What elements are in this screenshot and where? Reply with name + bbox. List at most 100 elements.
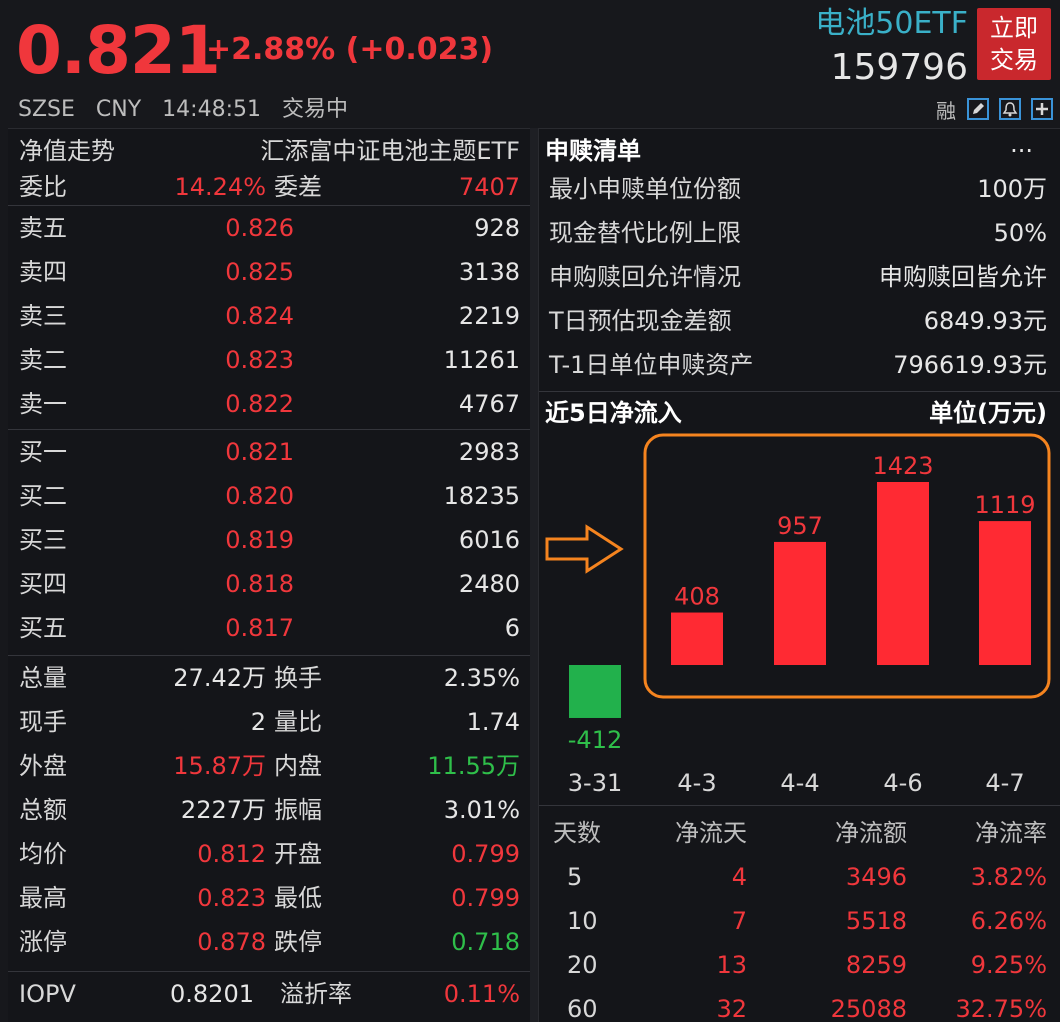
iopv-value: 0.8201 (170, 980, 254, 1008)
buy-order-row[interactable]: 买四 0.818 2480 (8, 562, 530, 606)
stat-label: 内盘 (274, 752, 322, 780)
buy-order-row[interactable]: 买二 0.820 18235 (8, 474, 530, 518)
x-tick-label: 4-6 (883, 769, 922, 797)
alert-bell-icon[interactable] (998, 97, 1022, 121)
current-price: 0.821 (16, 12, 221, 89)
order-level-label: 卖四 (19, 258, 67, 286)
stat-label: 跌停 (274, 928, 322, 956)
flow-table-cell: 32 (716, 995, 747, 1022)
price-change: +2.88% (+0.023) (206, 32, 494, 67)
order-price: 0.826 (225, 214, 294, 242)
stat-row: 总量 27.42万 换手 2.35% (8, 656, 530, 700)
stat-value: 0.812 (197, 840, 266, 868)
bar-value-label: 1119 (974, 491, 1035, 519)
x-tick-label: 4-4 (780, 769, 819, 797)
order-level-label: 卖五 (19, 214, 67, 242)
stat-value: 27.42万 (173, 664, 266, 692)
weicha-value: 7407 (458, 173, 520, 201)
stat-label: 最高 (19, 884, 67, 912)
order-level-label: 买四 (19, 570, 67, 598)
sell-order-row[interactable]: 卖五 0.826 928 (8, 206, 530, 250)
quote-time: 14:48:51 (162, 97, 261, 122)
margin-trading-icon[interactable]: 融 (934, 97, 958, 123)
flow-table-row: 5 4 3496 3.82% (539, 855, 1060, 899)
stat-value: 2.35% (443, 664, 520, 692)
divider-line (539, 805, 1060, 806)
creation-redemption-panel: 申赎清单 ··· 最小申赎单位份额 100万 现金替代比例上限 50% 申购赎回允许情况… (538, 128, 1060, 1022)
flow-table-cell: 9.25% (970, 951, 1047, 979)
stat-label: 开盘 (274, 840, 322, 868)
stat-value: 15.87万 (173, 752, 266, 780)
flow-table-cell: 6.26% (970, 907, 1047, 935)
stat-value: 2 (250, 708, 266, 736)
premium-rate-value: 0.11% (443, 980, 520, 1008)
flow-table-header-cell: 净流天 (675, 819, 747, 847)
flow-table-cell: 32.75% (955, 995, 1047, 1022)
chart-bar (979, 521, 1031, 665)
chart-bar (774, 541, 826, 665)
stat-row: 外盘 15.87万 内盘 11.55万 (8, 744, 530, 788)
sell-order-row[interactable]: 卖一 0.822 4767 (8, 382, 530, 426)
weibi-label: 委比 (19, 173, 67, 201)
order-volume: 18235 (443, 482, 520, 510)
sell-order-row[interactable]: 卖四 0.825 3138 (8, 250, 530, 294)
stat-value: 0.718 (451, 928, 520, 956)
edit-icon[interactable] (966, 97, 990, 121)
exchange-label: SZSE (18, 97, 75, 122)
bar-value-label: 957 (777, 512, 823, 540)
order-price: 0.822 (225, 390, 294, 418)
chart-bar (671, 612, 723, 665)
order-volume: 928 (474, 214, 520, 242)
stat-value: 0.878 (197, 928, 266, 956)
order-volume: 2480 (458, 570, 520, 598)
stat-value: 1.74 (466, 708, 520, 736)
stat-row: 最高 0.823 最低 0.799 (8, 876, 530, 920)
flow-table-header-cell: 净流率 (975, 819, 1047, 847)
flow-table-row: 60 32 25088 32.75% (539, 987, 1060, 1022)
flow-table-cell: 60 (567, 995, 598, 1022)
stat-label: 量比 (274, 708, 322, 736)
premium-rate-label: 溢折率 (280, 980, 352, 1008)
trade-button-line2: 交易 (990, 46, 1038, 74)
flow-table-row: 20 13 8259 9.25% (539, 943, 1060, 987)
arrow-icon (545, 524, 624, 574)
flow-table-cell: 3496 (845, 863, 907, 891)
flow-table-cell: 10 (567, 907, 598, 935)
order-volume: 2219 (458, 302, 520, 330)
flow-table-cell: 5518 (845, 907, 907, 935)
stat-value: 0.799 (451, 884, 520, 912)
sell-order-row[interactable]: 卖二 0.823 11261 (8, 338, 530, 382)
order-volume: 6 (504, 614, 520, 642)
flow-table-cell: 3.82% (970, 863, 1047, 891)
buy-order-row[interactable]: 买三 0.819 6016 (8, 518, 530, 562)
iopv-label: IOPV (19, 980, 76, 1008)
etf-code: 159796 (830, 47, 968, 88)
trading-status: 交易中 (281, 97, 348, 122)
flow-table-cell: 20 (567, 951, 598, 979)
order-level-label: 买三 (19, 526, 67, 554)
stat-label: 最低 (274, 884, 322, 912)
flow-table-header: 天数 净流天 净流额 净流率 (539, 811, 1060, 855)
trade-now-button[interactable]: 立即 交易 (977, 8, 1051, 80)
flow-table-header-cell: 天数 (553, 819, 601, 847)
buy-order-row[interactable]: 买五 0.817 6 (8, 606, 530, 650)
order-level-label: 买五 (19, 614, 67, 642)
order-price: 0.819 (225, 526, 294, 554)
bar-value-label: -412 (568, 726, 622, 754)
buy-order-row[interactable]: 买一 0.821 2983 (8, 430, 530, 474)
stat-label: 涨停 (19, 928, 67, 956)
flow-table-cell: 25088 (830, 995, 907, 1022)
add-watchlist-icon[interactable] (1030, 97, 1054, 121)
etf-name: 电池50ETF (815, 6, 968, 41)
order-book-panel: 净值走势 汇添富中证电池主题ETF 委比 14.24% 委差 7407 卖五 0.… (8, 128, 530, 1022)
flow-table-cell: 4 (731, 863, 747, 891)
flow-table-header-cell: 净流额 (835, 819, 907, 847)
panel-divider (530, 128, 538, 1022)
order-level-label: 买二 (19, 482, 67, 510)
order-price: 0.823 (225, 346, 294, 374)
chart-bar (569, 665, 621, 718)
stat-label: 总额 (19, 796, 67, 824)
stat-label: 总量 (19, 664, 67, 692)
flow-table-row: 10 7 5518 6.26% (539, 899, 1060, 943)
sell-order-row[interactable]: 卖三 0.824 2219 (8, 294, 530, 338)
